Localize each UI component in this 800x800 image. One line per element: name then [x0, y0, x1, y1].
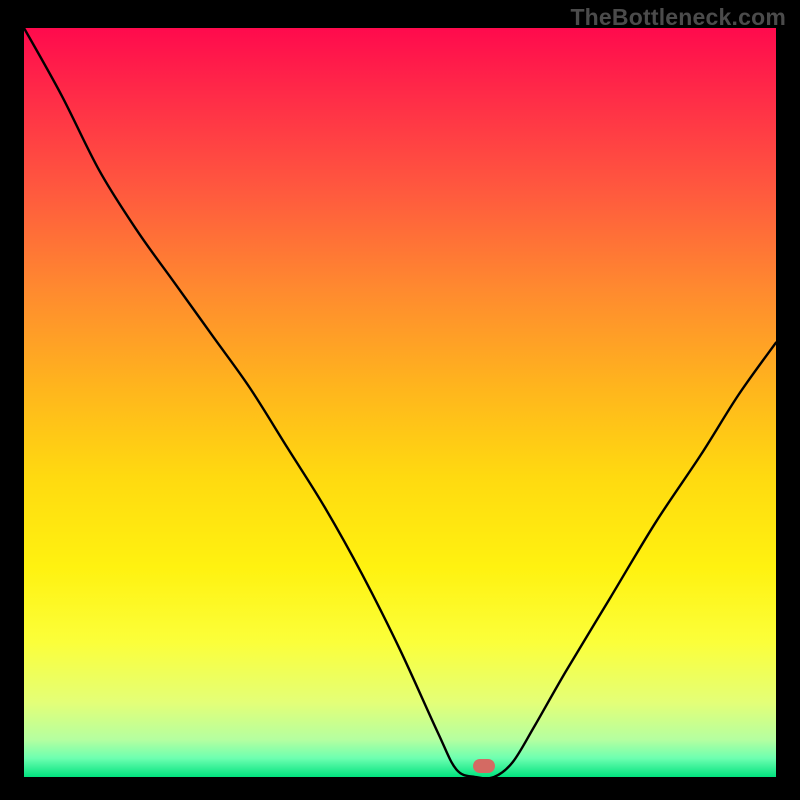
plot-area — [24, 28, 776, 777]
curve-path — [24, 28, 776, 777]
bottleneck-curve — [24, 28, 776, 777]
chart-frame: TheBottleneck.com — [0, 0, 800, 800]
watermark-text: TheBottleneck.com — [570, 4, 786, 31]
optimal-marker — [473, 759, 495, 773]
